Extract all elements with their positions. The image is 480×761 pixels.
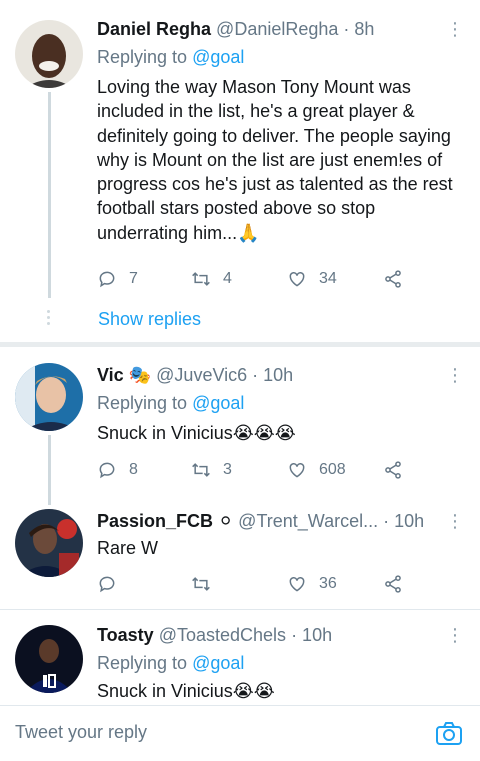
tweet-passion-fcb[interactable]: Passion_FCB ⚪ @Trent_Warcel... · 10h ⋮ R…: [0, 495, 480, 609]
reply-button[interactable]: 8: [97, 457, 138, 483]
handle[interactable]: @DanielRegha: [216, 19, 338, 39]
retweet-button[interactable]: 3: [191, 457, 232, 483]
reply-icon: [99, 462, 115, 479]
tweet-text: Rare W: [97, 538, 159, 558]
heart-icon: [289, 271, 305, 287]
camera-icon[interactable]: [434, 719, 464, 749]
reply-count: 8: [129, 461, 138, 478]
replying-to: Replying to @goal: [97, 651, 244, 675]
thread-line: [48, 92, 51, 298]
more-vertical-icon[interactable]: ⋮: [446, 509, 464, 533]
display-name[interactable]: Daniel Regha: [97, 19, 211, 39]
retweet-count: 3: [223, 461, 232, 478]
replying-prefix: Replying to: [97, 393, 188, 413]
tweet-actions: 36: [97, 571, 417, 597]
avatar[interactable]: [15, 509, 83, 577]
replying-to: Replying to @goal: [97, 45, 244, 69]
heart-icon: [289, 576, 305, 592]
show-replies-link[interactable]: Show replies: [98, 307, 201, 331]
like-button[interactable]: 34: [287, 266, 337, 292]
avatar[interactable]: [15, 20, 83, 88]
tweet-toasty[interactable]: Toasty @ToastedChels · 10h ⋮ Replying to…: [0, 610, 480, 705]
retweet-icon: [192, 577, 210, 591]
avatar[interactable]: [15, 625, 83, 693]
tweet-text: Loving the way Mason Tony Mount was incl…: [97, 77, 453, 243]
timestamp: · 8h: [343, 19, 375, 39]
display-name[interactable]: Passion_FCB: [97, 511, 213, 531]
like-button[interactable]: 608: [287, 457, 346, 483]
share-icon: [385, 270, 401, 288]
reply-count: 7: [129, 270, 138, 287]
thread-dots: [47, 310, 51, 328]
avatar[interactable]: [15, 363, 83, 431]
tweet-vic[interactable]: Vic 🎭 @JuveVic6 · 10h ⋮ Replying to @goa…: [0, 347, 480, 505]
timestamp: · 10h: [383, 511, 425, 531]
handle[interactable]: @Trent_Warcel...: [238, 511, 378, 531]
handle[interactable]: @ToastedChels: [159, 625, 286, 645]
name-emoji: ⚪: [218, 511, 234, 532]
share-button[interactable]: [383, 266, 403, 292]
display-name[interactable]: Toasty: [97, 625, 154, 645]
retweet-icon: [192, 463, 210, 477]
retweet-icon: [192, 272, 210, 286]
share-icon: [385, 461, 401, 479]
reply-icon: [99, 576, 115, 593]
display-name[interactable]: Vic: [97, 365, 124, 385]
share-button[interactable]: [383, 571, 403, 597]
reply-composer: Tweet your reply: [0, 705, 480, 761]
like-count: 36: [319, 575, 337, 592]
tweet-header: Toasty @ToastedChels · 10h: [97, 623, 440, 647]
replying-to-link[interactable]: @goal: [192, 47, 244, 67]
retweet-button[interactable]: [191, 571, 223, 597]
tweet-text: Snuck in Vinicius😭😭😭: [97, 423, 296, 443]
like-button[interactable]: 36: [287, 571, 337, 597]
retweet-button[interactable]: 4: [191, 266, 232, 292]
tweet-actions: 8 3 608: [97, 457, 417, 483]
tweet-header: Daniel Regha @DanielRegha · 8h: [97, 17, 440, 41]
share-icon: [385, 575, 401, 593]
like-count: 608: [319, 461, 346, 478]
handle[interactable]: @JuveVic6: [156, 365, 247, 385]
tweet-reply-input[interactable]: Tweet your reply: [15, 722, 147, 743]
timestamp: · 10h: [252, 365, 294, 385]
like-count: 34: [319, 270, 337, 287]
reply-button[interactable]: [97, 571, 129, 597]
share-button[interactable]: [383, 457, 403, 483]
more-vertical-icon[interactable]: ⋮: [446, 17, 464, 41]
timestamp: · 10h: [291, 625, 333, 645]
tweet-daniel-regha[interactable]: Daniel Regha @DanielRegha · 8h ⋮ Replyin…: [0, 0, 480, 345]
more-vertical-icon[interactable]: ⋮: [446, 623, 464, 647]
tweet-actions: 7 4 34: [97, 266, 417, 292]
replying-to: Replying to @goal: [97, 391, 244, 415]
reply-button[interactable]: 7: [97, 266, 138, 292]
replying-prefix: Replying to: [97, 653, 188, 673]
tweet-text: Snuck in Vinicius😭😭: [97, 681, 275, 701]
heart-icon: [289, 462, 305, 478]
tweet-header: Passion_FCB ⚪ @Trent_Warcel... · 10h: [97, 509, 440, 534]
more-vertical-icon[interactable]: ⋮: [446, 363, 464, 387]
replying-to-link[interactable]: @goal: [192, 393, 244, 413]
reply-icon: [99, 271, 115, 288]
name-emoji: 🎭: [128, 365, 152, 386]
tweet-header: Vic 🎭 @JuveVic6 · 10h: [97, 363, 440, 388]
retweet-count: 4: [223, 270, 232, 287]
replying-to-link[interactable]: @goal: [192, 653, 244, 673]
replying-prefix: Replying to: [97, 47, 188, 67]
